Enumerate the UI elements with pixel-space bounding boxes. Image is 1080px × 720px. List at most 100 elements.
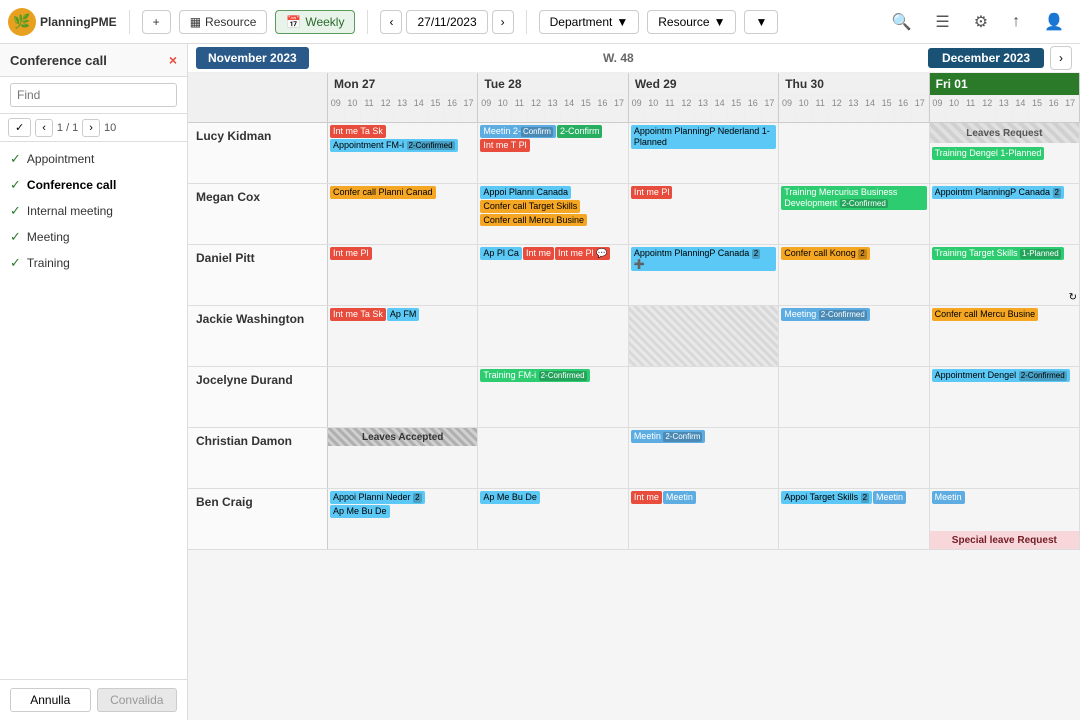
megan-mon[interactable]: Confer call Planni Canad — [328, 184, 478, 244]
add-button[interactable]: + — [142, 10, 171, 34]
daniel-mon[interactable]: Int me Pl — [328, 245, 478, 305]
find-input[interactable] — [10, 83, 177, 107]
list-item[interactable]: Appoi Planni Canada — [480, 186, 571, 199]
list-item[interactable]: Appointment Dengel 2-Confirmed — [932, 369, 1070, 382]
settings-button[interactable]: ⚙ — [966, 8, 996, 36]
date-prev-btn[interactable]: ‹ — [380, 10, 402, 34]
daniel-thu[interactable]: Confer call Konog 2 — [779, 245, 929, 305]
christian-fri[interactable] — [930, 428, 1080, 488]
jocelyne-thu[interactable] — [779, 367, 929, 427]
jackie-thu[interactable]: Meeting 2-Confirmed — [779, 306, 929, 366]
list-item[interactable]: Meetin — [932, 491, 965, 504]
megan-wed[interactable]: Int me Pl — [629, 184, 779, 244]
department-filter[interactable]: Department ▼ — [539, 10, 640, 34]
jackie-fri[interactable]: Confer call Mercu Busine — [930, 306, 1080, 366]
resource-column-header — [188, 73, 328, 122]
nav-prev-btn[interactable]: ‹ — [35, 119, 53, 137]
list-item[interactable]: Training Target Skills 1-Planned — [932, 247, 1064, 260]
list-item[interactable]: Confer call Planni Canad — [330, 186, 436, 199]
megan-thu[interactable]: Training Mercurius Business Development … — [779, 184, 929, 244]
list-item[interactable]: Training FM-i 2-Confirmed — [480, 369, 589, 382]
next-month-btn[interactable]: › — [1050, 46, 1072, 70]
list-item[interactable]: Appointm PlanningP Canada 2 ➕ — [631, 247, 776, 271]
separator — [129, 10, 130, 34]
list-item[interactable]: Ap Me Bu De — [330, 505, 390, 518]
list-item[interactable]: Meetin 2-Confirm — [480, 125, 556, 138]
list-item[interactable]: Meetin — [873, 491, 906, 504]
date-next-btn[interactable]: › — [492, 10, 514, 34]
list-item[interactable]: Appointm PlanningP Nederland 1-Planned — [631, 125, 776, 149]
filter-training[interactable]: ✓ Training — [0, 250, 187, 276]
jocelyne-mon[interactable] — [328, 367, 478, 427]
filter-meeting[interactable]: ✓ Meeting — [0, 224, 187, 250]
lucy-mon[interactable]: Int me Ta Sk Appointment FM-i 2-Confirme… — [328, 123, 478, 183]
lucy-tue[interactable]: Meetin 2-Confirm 2-Confirm Int me T Pl — [478, 123, 628, 183]
jackie-mon[interactable]: Int me Ta Sk Ap FM — [328, 306, 478, 366]
daniel-wed[interactable]: Appointm PlanningP Canada 2 ➕ — [629, 245, 779, 305]
filter-btn[interactable]: ▼ — [744, 10, 778, 34]
filter-internal-meeting[interactable]: ✓ Internal meeting — [0, 198, 187, 224]
list-item[interactable]: Ap Pl Ca — [480, 247, 522, 260]
daniel-tue[interactable]: Ap Pl Ca Int me Int me Pl 💬 — [478, 245, 628, 305]
check-all-btn[interactable]: ✓ — [8, 118, 31, 137]
list-item[interactable]: Int me — [523, 247, 554, 260]
list-item[interactable]: Int me Pl — [330, 247, 372, 260]
jackie-tue[interactable] — [478, 306, 628, 366]
jocelyne-tue[interactable]: Training FM-i 2-Confirmed — [478, 367, 628, 427]
megan-tue[interactable]: Appoi Planni Canada Confer call Target S… — [478, 184, 628, 244]
list-item[interactable]: Int me Ta Sk — [330, 125, 386, 138]
list-item[interactable]: 2-Confirm — [557, 125, 603, 138]
list-item[interactable]: Appointment FM-i 2-Confirmed — [330, 139, 458, 152]
ben-mon[interactable]: Appoi Planni Neder 2 Ap Me Bu De — [328, 489, 478, 549]
jackie-wed[interactable] — [629, 306, 779, 366]
list-item[interactable]: Ap FM — [387, 308, 420, 321]
list-item[interactable]: Appoi Target Skills 2 — [781, 491, 872, 504]
ben-thu[interactable]: Appoi Target Skills 2 Meetin — [779, 489, 929, 549]
list-item[interactable]: Appoi Planni Neder 2 — [330, 491, 425, 504]
list-item[interactable]: Confer call Konog 2 — [781, 247, 870, 260]
jocelyne-fri[interactable]: Appointment Dengel 2-Confirmed — [930, 367, 1080, 427]
filter-appointment[interactable]: ✓ Appointment — [0, 146, 187, 172]
filter-conference-call[interactable]: ✓ Conference call — [0, 172, 187, 198]
convalida-button[interactable]: Convalida — [97, 688, 178, 712]
megan-fri[interactable]: Appointm PlanningP Canada 2 — [930, 184, 1080, 244]
ben-fri[interactable]: Meetin Special leave Request — [930, 489, 1080, 549]
resource-filter[interactable]: Resource ▼ — [647, 10, 736, 34]
list-item[interactable]: Int me Pl — [631, 186, 673, 199]
list-item[interactable]: Training Mercurius Business Development … — [781, 186, 926, 210]
sidebar-close-button[interactable]: × — [169, 52, 177, 68]
list-item[interactable]: Confer call Target Skills — [480, 200, 580, 213]
layers-button[interactable]: ☰ — [927, 8, 957, 36]
ben-wed[interactable]: Int me Meetin — [629, 489, 779, 549]
list-item[interactable]: Meetin 2-Confirm — [631, 430, 706, 443]
list-item[interactable]: Int me Ta Sk — [330, 308, 386, 321]
list-item[interactable]: Training Dengel 1-Planned — [932, 147, 1045, 160]
weekly-button[interactable]: 📅 Weekly — [275, 10, 355, 34]
list-item[interactable]: Meetin — [663, 491, 696, 504]
christian-wed[interactable]: Meetin 2-Confirm — [629, 428, 779, 488]
lucy-fri[interactable]: Leaves Request Training Dengel 1-Planned — [930, 123, 1080, 183]
christian-mon[interactable]: Leaves Accepted — [328, 428, 478, 488]
list-item[interactable]: Meeting 2-Confirmed — [781, 308, 870, 321]
jocelyne-wed[interactable] — [629, 367, 779, 427]
list-item[interactable]: Ap Me Bu De — [480, 491, 540, 504]
list-item[interactable]: Appointm PlanningP Canada 2 — [932, 186, 1064, 199]
user-button[interactable]: 👤 — [1036, 8, 1072, 36]
christian-tue[interactable] — [478, 428, 628, 488]
lucy-thu[interactable] — [779, 123, 929, 183]
lucy-wed[interactable]: Appointm PlanningP Nederland 1-Planned — [629, 123, 779, 183]
list-item[interactable]: Confer call Mercu Busine — [480, 214, 587, 227]
separator2 — [367, 10, 368, 34]
list-item[interactable]: Int me — [631, 491, 662, 504]
christian-thu[interactable] — [779, 428, 929, 488]
resource-button[interactable]: ▦ Resource — [179, 10, 268, 34]
daniel-fri[interactable]: Training Target Skills 1-Planned ↻ — [930, 245, 1080, 305]
list-item[interactable]: Int me T Pl — [480, 139, 529, 152]
annulla-button[interactable]: Annulla — [10, 688, 91, 712]
ben-tue[interactable]: Ap Me Bu De — [478, 489, 628, 549]
nav-next-btn[interactable]: › — [82, 119, 100, 137]
search-button[interactable]: 🔍 — [883, 8, 919, 36]
list-item[interactable]: Int me Pl 💬 — [555, 247, 610, 260]
list-item[interactable]: Confer call Mercu Busine — [932, 308, 1039, 321]
share-button[interactable]: ↑ — [1004, 9, 1028, 35]
